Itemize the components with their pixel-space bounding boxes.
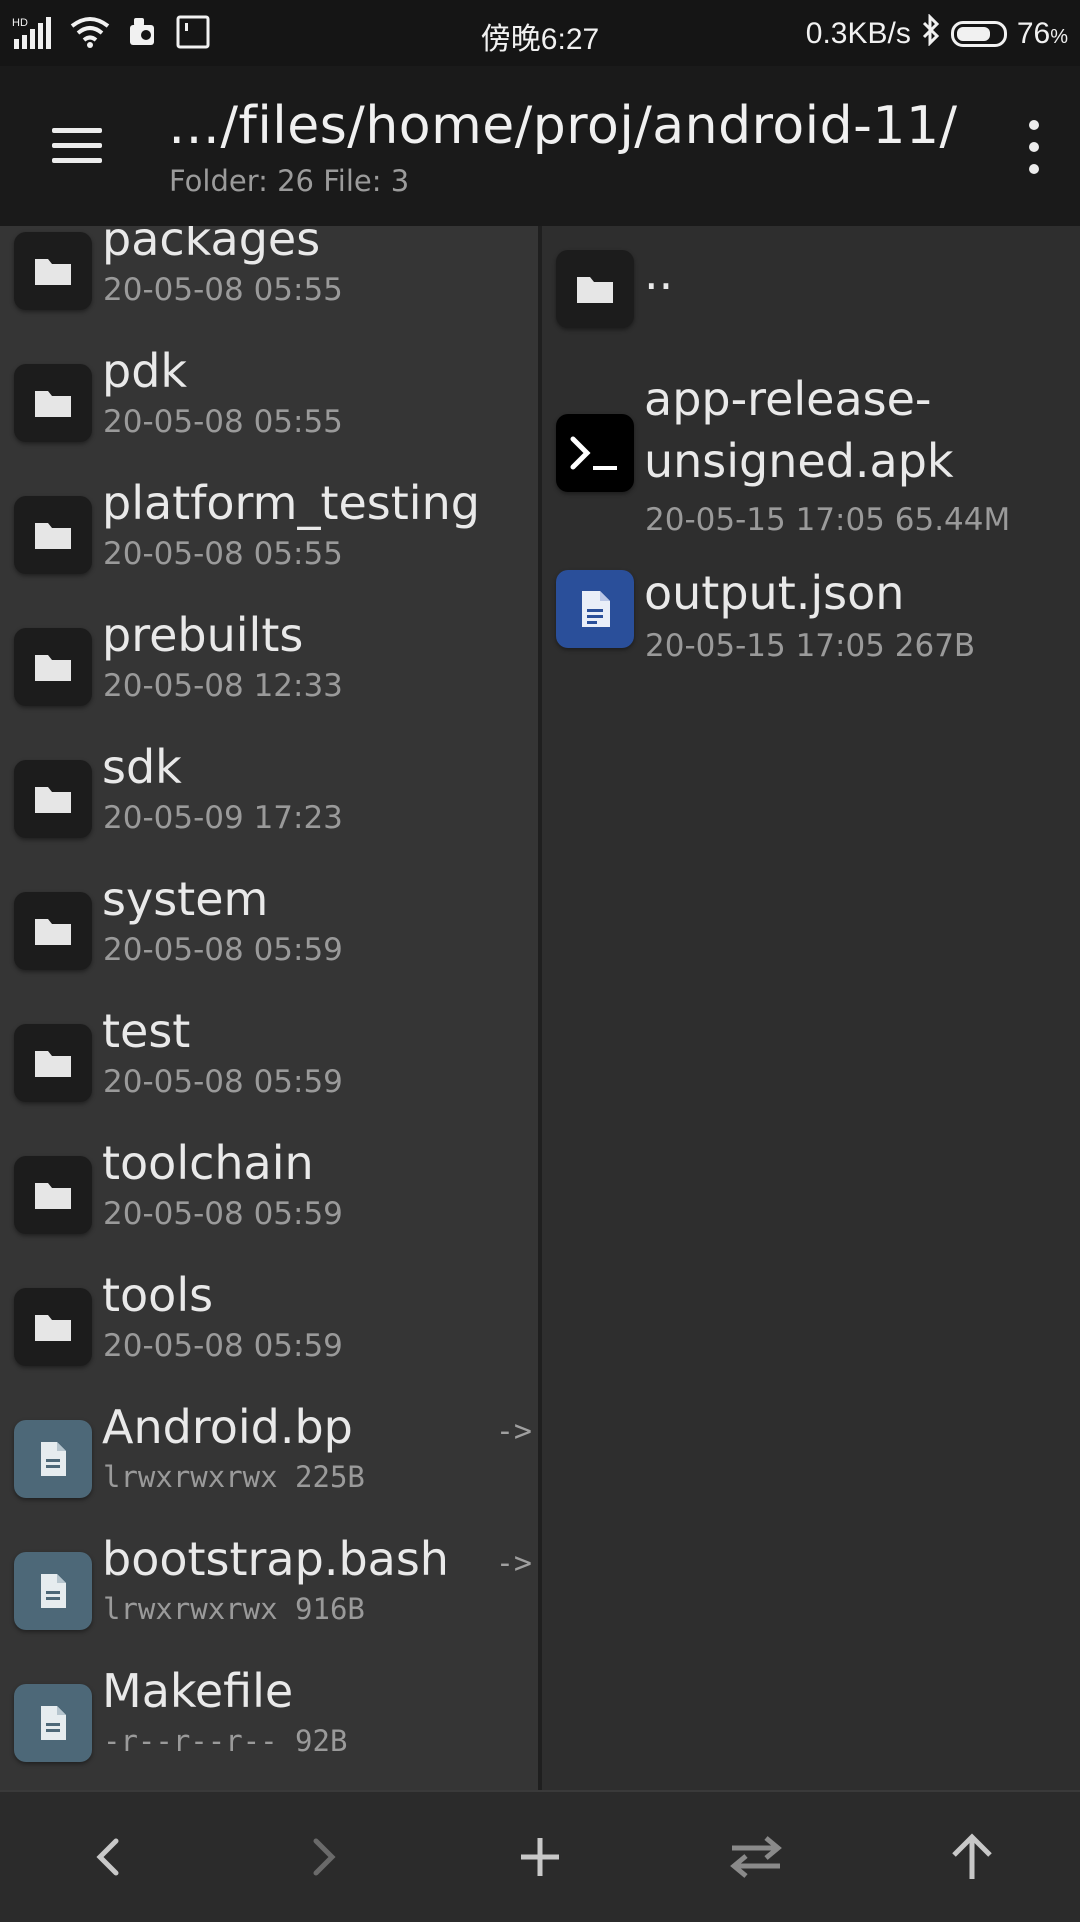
symlink-indicator: ->	[495, 1546, 532, 1581]
file-row[interactable]: Android.bp lrwxrwxrwx 225B ->	[0, 1400, 538, 1532]
file-row[interactable]: bootstrap.bash lrwxrwxrwx 916B ->	[0, 1532, 538, 1664]
folder-icon	[14, 760, 92, 838]
item-meta: 20-05-08 05:59	[103, 1196, 343, 1232]
folder-name: toolchain	[102, 1136, 314, 1190]
item-meta: lrwxrwxrwx 225B	[103, 1460, 365, 1494]
bluetooth-icon	[921, 13, 941, 54]
document-icon	[556, 570, 634, 648]
folder-row[interactable]: prebuilts 20-05-08 12:33	[0, 608, 538, 740]
item-meta: 20-05-08 05:55	[103, 404, 343, 440]
bottom-navigation-bar	[0, 1790, 1080, 1922]
add-button[interactable]	[432, 1792, 648, 1922]
folder-name: prebuilts	[102, 608, 304, 662]
file-name: output.json	[644, 566, 905, 620]
folder-row[interactable]: pdk 20-05-08 05:55	[0, 344, 538, 476]
document-icon	[14, 1552, 92, 1630]
network-speed: 0.3KB/s	[805, 17, 911, 50]
folder-icon	[14, 1156, 92, 1234]
folder-icon	[14, 496, 92, 574]
file-name: Makefile	[102, 1664, 294, 1718]
folder-name: packages	[102, 226, 321, 266]
status-bar: HD 傍晚6:27 0.3KB/s 76%	[0, 0, 1080, 66]
document-icon	[14, 1684, 92, 1762]
folder-file-count: Folder: 26 File: 3	[169, 164, 410, 198]
back-button[interactable]	[0, 1792, 216, 1922]
parent-dir-row[interactable]: ..	[542, 246, 1080, 378]
folder-row[interactable]: platform_testing 20-05-08 05:55	[0, 476, 538, 608]
file-name: app-release-	[644, 372, 932, 426]
forward-button[interactable]	[216, 1792, 432, 1922]
status-icons-right: 0.3KB/s 76%	[805, 13, 1068, 54]
battery-percent: 76%	[1016, 17, 1068, 50]
folder-icon	[14, 1288, 92, 1366]
more-options-icon[interactable]	[1014, 118, 1054, 178]
folder-icon	[14, 1024, 92, 1102]
item-meta: lrwxrwxrwx 916B	[103, 1592, 365, 1626]
symlink-indicator: ->	[495, 1414, 532, 1449]
terminal-icon	[556, 414, 634, 492]
file-meta: 20-05-15 17:05 65.44M	[645, 502, 1011, 538]
forward-icon	[313, 1838, 336, 1876]
folder-name: test	[102, 1004, 191, 1058]
item-meta: 20-05-08 12:33	[103, 668, 343, 704]
item-meta: 20-05-08 05:59	[103, 1328, 343, 1364]
file-row-json[interactable]: output.json 20-05-15 17:05 267B	[542, 566, 1080, 698]
folder-icon	[14, 628, 92, 706]
folder-row[interactable]: tools 20-05-08 05:59	[0, 1268, 538, 1400]
app-toolbar: …/files/home/proj/android-11/ Folder: 26…	[0, 66, 1080, 226]
folder-name: pdk	[102, 344, 188, 398]
file-row-apk[interactable]: app-release- unsigned.apk 20-05-15 17:05…	[542, 372, 1080, 538]
file-row[interactable]: Makefile -r--r--r-- 92B	[0, 1664, 538, 1790]
current-path: …/files/home/proj/android-11/	[168, 96, 958, 156]
file-name-continued: unsigned.apk	[644, 434, 954, 488]
file-name: bootstrap.bash	[102, 1532, 449, 1586]
up-directory-button[interactable]	[864, 1792, 1080, 1922]
folder-icon	[14, 364, 92, 442]
folder-name: system	[102, 872, 269, 926]
folder-row[interactable]: test 20-05-08 05:59	[0, 1004, 538, 1136]
item-meta: 20-05-08 05:59	[103, 1064, 343, 1100]
add-icon	[521, 1838, 559, 1876]
folder-row[interactable]: toolchain 20-05-08 05:59	[0, 1136, 538, 1268]
up-icon	[952, 1833, 992, 1879]
right-file-pane[interactable]: .. app-release- unsigned.apk 20-05-15 17…	[542, 226, 1080, 1790]
folder-icon	[14, 892, 92, 970]
item-meta: 20-05-08 05:59	[103, 932, 343, 968]
swap-icon	[730, 1836, 782, 1878]
hamburger-menu-icon[interactable]	[48, 124, 108, 168]
folder-row[interactable]: system 20-05-08 05:59	[0, 872, 538, 1004]
item-meta: -r--r--r-- 92B	[103, 1724, 348, 1758]
folder-name: platform_testing	[102, 476, 480, 530]
item-meta: 20-05-08 05:55	[103, 536, 343, 572]
file-meta: 20-05-15 17:05 267B	[645, 628, 976, 664]
folder-icon	[556, 250, 634, 328]
folder-name: sdk	[102, 740, 182, 794]
folder-row[interactable]: packages 20-05-08 05:55	[0, 226, 538, 344]
folder-row[interactable]: sdk 20-05-09 17:23	[0, 740, 538, 872]
folder-name: tools	[102, 1268, 214, 1322]
left-file-pane[interactable]: packages 20-05-08 05:55 pdk 20-05-08 05:55 p…	[0, 226, 538, 1790]
battery-icon	[950, 21, 1007, 47]
back-icon	[96, 1838, 119, 1876]
item-meta: 20-05-09 17:23	[103, 800, 343, 836]
item-meta: 20-05-08 05:55	[103, 272, 343, 308]
file-name: Android.bp	[102, 1400, 353, 1454]
swap-panes-button[interactable]	[648, 1792, 864, 1922]
folder-icon	[14, 232, 92, 310]
parent-dir-label: ..	[644, 246, 674, 300]
document-icon	[14, 1420, 92, 1498]
